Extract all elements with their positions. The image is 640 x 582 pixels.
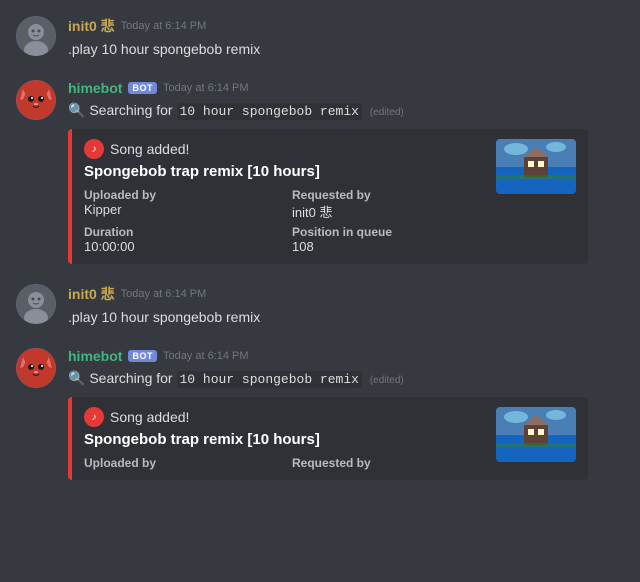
embed-field-requested-label-1: Requested by init0 悲: [292, 188, 484, 221]
search-query-1: 10 hour spongebob remix: [177, 103, 362, 120]
message-content-2: himebot BOT Today at 6:14 PM 🔍 Searching…: [68, 80, 624, 265]
username-1: init0 悲: [68, 16, 115, 36]
message-header-1: init0 悲 Today at 6:14 PM: [68, 16, 624, 36]
message-group-1: init0 悲 Today at 6:14 PM .play 10 hour s…: [0, 0, 640, 64]
search-line-2: 🔍 Searching for 10 hour spongebob remix …: [68, 368, 624, 390]
avatar-user-2: [16, 284, 56, 324]
embed-fields-1: Uploaded by Kipper Requested by init0 悲 …: [84, 188, 484, 254]
message-content-4: himebot BOT Today at 6:14 PM 🔍 Searching…: [68, 348, 624, 481]
embed-fields-2: Uploaded by Requested by: [84, 456, 484, 470]
search-text-2: Searching for: [89, 370, 172, 386]
search-text-1: Searching for: [89, 102, 172, 118]
embed-song-title-1: ♪ Song added!: [84, 139, 484, 159]
message-content-3: init0 悲 Today at 6:14 PM .play 10 hour s…: [68, 284, 624, 328]
avatar-user-1: [16, 16, 56, 56]
timestamp-1: Today at 6:14 PM: [121, 20, 207, 32]
embed-card-1: ♪ Song added! Spongebob trap remix [10 h…: [68, 129, 588, 264]
message-header-2: himebot BOT Today at 6:14 PM: [68, 80, 624, 96]
embed-field-uploaded-label-1: Uploaded by Kipper: [84, 188, 276, 221]
timestamp-2: Today at 6:14 PM: [163, 82, 249, 94]
message-text-1: .play 10 hour spongebob remix: [68, 40, 624, 60]
embed-added-label-2: Song added!: [110, 409, 189, 425]
embed-thumbnail-1: [496, 139, 576, 194]
embed-field-requested-label-2: Requested by: [292, 456, 484, 470]
embed-field-uploaded-label-2: Uploaded by: [84, 456, 276, 470]
music-icon-1: ♪: [84, 139, 104, 159]
timestamp-3: Today at 6:14 PM: [121, 288, 207, 300]
embed-song-name-2: Spongebob trap remix [10 hours]: [84, 431, 484, 448]
edited-tag-1: (edited): [370, 107, 404, 118]
message-group-3: init0 悲 Today at 6:14 PM .play 10 hour s…: [0, 268, 640, 332]
username-2: himebot: [68, 80, 122, 96]
embed-body-1: ♪ Song added! Spongebob trap remix [10 h…: [84, 139, 484, 254]
message-header-4: himebot BOT Today at 6:14 PM: [68, 348, 624, 364]
embed-song-name-1: Spongebob trap remix [10 hours]: [84, 163, 484, 180]
embed-song-title-2: ♪ Song added!: [84, 407, 484, 427]
music-icon-2: ♪: [84, 407, 104, 427]
search-query-2: 10 hour spongebob remix: [177, 371, 362, 388]
embed-thumbnail-2: [496, 407, 576, 462]
embed-field-duration-label-1: Duration 10:00:00: [84, 225, 276, 254]
message-group-4: himebot BOT Today at 6:14 PM 🔍 Searching…: [0, 332, 640, 485]
magnifier-icon-2: 🔍: [68, 370, 85, 386]
search-line-1: 🔍 Searching for 10 hour spongebob remix …: [68, 100, 624, 122]
embed-added-label-1: Song added!: [110, 141, 189, 157]
message-text-3: .play 10 hour spongebob remix: [68, 308, 624, 328]
embed-field-position-label-1: Position in queue 108: [292, 225, 484, 254]
timestamp-4: Today at 6:14 PM: [163, 350, 249, 362]
embed-body-2: ♪ Song added! Spongebob trap remix [10 h…: [84, 407, 484, 470]
bot-badge-1: BOT: [128, 82, 157, 94]
username-4: himebot: [68, 348, 122, 364]
message-content-1: init0 悲 Today at 6:14 PM .play 10 hour s…: [68, 16, 624, 60]
username-3: init0 悲: [68, 284, 115, 304]
message-group-2: himebot BOT Today at 6:14 PM 🔍 Searching…: [0, 64, 640, 269]
message-header-3: init0 悲 Today at 6:14 PM: [68, 284, 624, 304]
avatar-bot-2: [16, 348, 56, 388]
magnifier-icon-1: 🔍: [68, 102, 85, 118]
embed-card-2: ♪ Song added! Spongebob trap remix [10 h…: [68, 397, 588, 480]
edited-tag-2: (edited): [370, 375, 404, 386]
chat-container: init0 悲 Today at 6:14 PM .play 10 hour s…: [0, 0, 640, 484]
bot-badge-2: BOT: [128, 350, 157, 362]
avatar-bot-1: [16, 80, 56, 120]
